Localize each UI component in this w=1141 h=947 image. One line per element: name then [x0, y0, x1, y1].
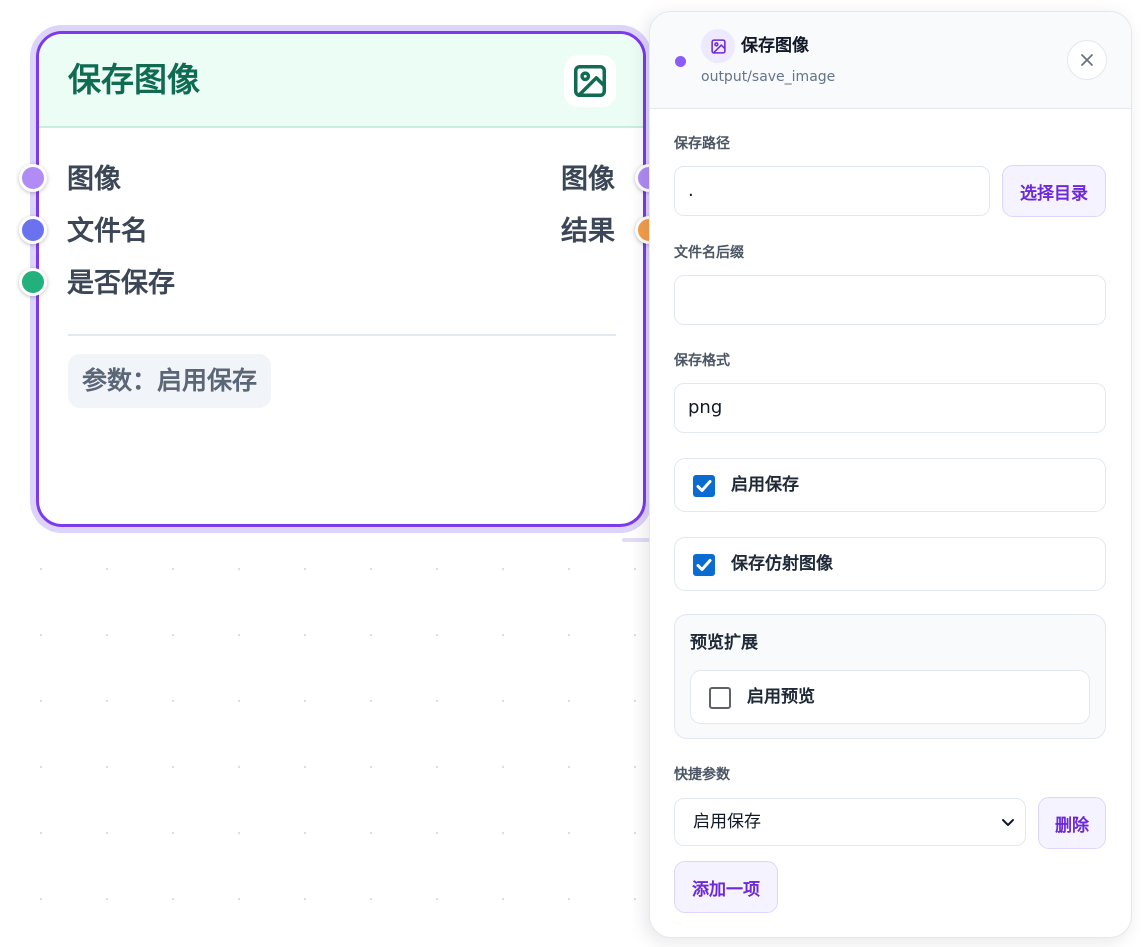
output-label-result: 结果 — [561, 216, 615, 247]
input-port-filename[interactable] — [19, 216, 47, 244]
check-icon — [696, 559, 712, 571]
node-settings-panel: 保存图像 output/save_image 保存路径 . 选择目录 文件名后缀… — [649, 11, 1132, 938]
save-path-input[interactable]: . — [674, 166, 990, 216]
enable-preview-row[interactable]: 启用预览 — [690, 670, 1090, 724]
input-label-image: 图像 — [67, 164, 121, 195]
preview-group-title: 预览扩展 — [690, 633, 758, 653]
save-path-label: 保存路径 — [674, 136, 730, 152]
enable-preview-checkbox[interactable] — [709, 687, 731, 709]
quick-params-selected: 启用保存 — [693, 812, 761, 832]
add-item-button[interactable]: 添加一项 — [674, 861, 778, 913]
panel-title: 保存图像 — [741, 36, 809, 56]
param-chip: 参数：启用保存 — [68, 354, 272, 408]
input-label-filename: 文件名 — [67, 216, 148, 247]
chevron-down-icon — [1002, 819, 1014, 826]
node-title: 保存图像 — [68, 60, 200, 99]
enable-save-checkbox[interactable] — [693, 475, 715, 497]
node-header[interactable]: 保存图像 — [39, 34, 643, 128]
node-divider — [68, 334, 616, 336]
save-image-node[interactable]: 保存图像 图像 文件名 是否保存 图像 结果 参数：启用保存 — [19, 31, 663, 527]
enable-preview-label: 启用预览 — [747, 687, 815, 707]
save-format-label: 保存格式 — [674, 353, 730, 369]
panel-subtitle: output/save_image — [701, 69, 836, 85]
delete-button[interactable]: 删除 — [1038, 797, 1106, 849]
filename-suffix-label: 文件名后缀 — [674, 245, 744, 261]
panel-header: 保存图像 output/save_image — [650, 12, 1131, 109]
image-icon — [701, 29, 735, 63]
input-label-save-flag: 是否保存 — [67, 268, 175, 299]
save-format-input[interactable]: png — [674, 383, 1106, 433]
enable-save-row[interactable]: 启用保存 — [674, 458, 1106, 512]
save-affine-row[interactable]: 保存仿射图像 — [674, 537, 1106, 591]
connection-edge — [622, 538, 652, 542]
save-affine-checkbox[interactable] — [693, 554, 715, 576]
quick-params-select[interactable]: 启用保存 — [674, 798, 1026, 846]
output-label-image: 图像 — [561, 164, 615, 195]
image-icon — [564, 55, 616, 107]
preview-extension-group: 预览扩展 启用预览 — [674, 614, 1106, 739]
close-icon — [1081, 54, 1093, 66]
enable-save-label: 启用保存 — [731, 475, 799, 495]
input-port-save-flag[interactable] — [19, 268, 47, 296]
choose-directory-button[interactable]: 选择目录 — [1002, 165, 1106, 217]
input-port-image[interactable] — [19, 164, 47, 192]
close-button[interactable] — [1067, 40, 1107, 80]
quick-params-label: 快捷参数 — [674, 767, 730, 783]
status-dot — [675, 56, 686, 67]
save-affine-label: 保存仿射图像 — [731, 554, 833, 574]
filename-suffix-input[interactable] — [674, 275, 1106, 325]
check-icon — [696, 480, 712, 492]
